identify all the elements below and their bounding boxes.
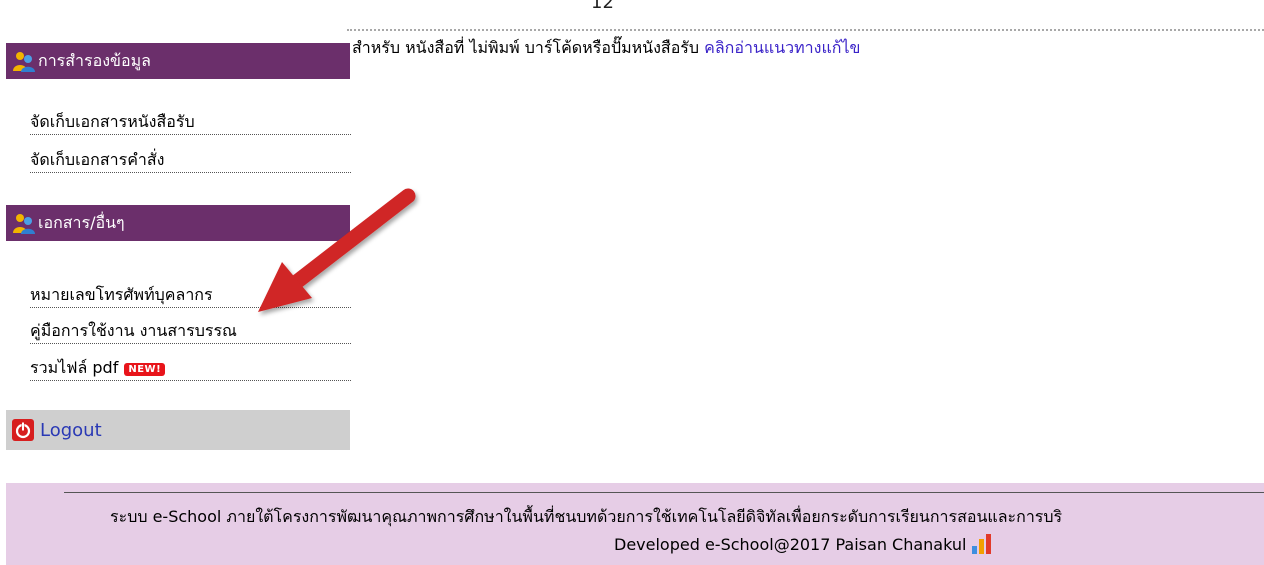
- section-title: เอกสาร/อื่นๆ: [38, 212, 125, 232]
- menu-pdf-collection[interactable]: รวมไฟล์ pdf NEW!: [30, 354, 351, 381]
- menu-store-order-docs[interactable]: จัดเก็บเอกสารคำสั่ง: [30, 146, 351, 173]
- top-divider: [347, 29, 1264, 31]
- menu-store-received-docs[interactable]: จัดเก็บเอกสารหนังสือรับ: [30, 108, 351, 135]
- logout-link[interactable]: Logout: [40, 420, 102, 441]
- bar-chart-icon: [972, 534, 992, 554]
- menu-label: รวมไฟล์ pdf: [30, 358, 119, 377]
- footer-project-text: ระบบ e-School ภายใต้โครงการพัฒนาคุณภาพกา…: [110, 507, 1063, 526]
- people-icon: [13, 52, 35, 72]
- page-number: 12: [591, 0, 614, 13]
- section-header-backup: การสำรองข้อมูล: [6, 43, 350, 79]
- logout-bar: Logout: [6, 410, 350, 450]
- new-badge: NEW!: [124, 363, 166, 376]
- section-title: การสำรองข้อมูล: [38, 50, 151, 70]
- footer-credit-text: Developed e-School@2017 Paisan Chanakul: [614, 535, 967, 554]
- fix-guide-link[interactable]: คลิกอ่านแนวทางแก้ไข: [704, 38, 860, 57]
- people-icon: [13, 214, 35, 234]
- footer-divider: [64, 492, 1264, 493]
- notice-text: สำหรับ หนังสือที่ ไม่พิมพ์ บาร์โค้ดหรือป…: [352, 38, 700, 57]
- menu-user-manual[interactable]: คู่มือการใช้งาน งานสารบรรณ: [30, 317, 351, 344]
- power-icon[interactable]: [12, 419, 34, 441]
- red-arrow-annotation: [258, 188, 416, 312]
- footer: ระบบ e-School ภายใต้โครงการพัฒนาคุณภาพกา…: [6, 483, 1264, 565]
- footer-credit: Developed e-School@2017 Paisan Chanakul: [614, 534, 994, 554]
- barcode-notice: สำหรับ หนังสือที่ ไม่พิมพ์ บาร์โค้ดหรือป…: [352, 36, 860, 61]
